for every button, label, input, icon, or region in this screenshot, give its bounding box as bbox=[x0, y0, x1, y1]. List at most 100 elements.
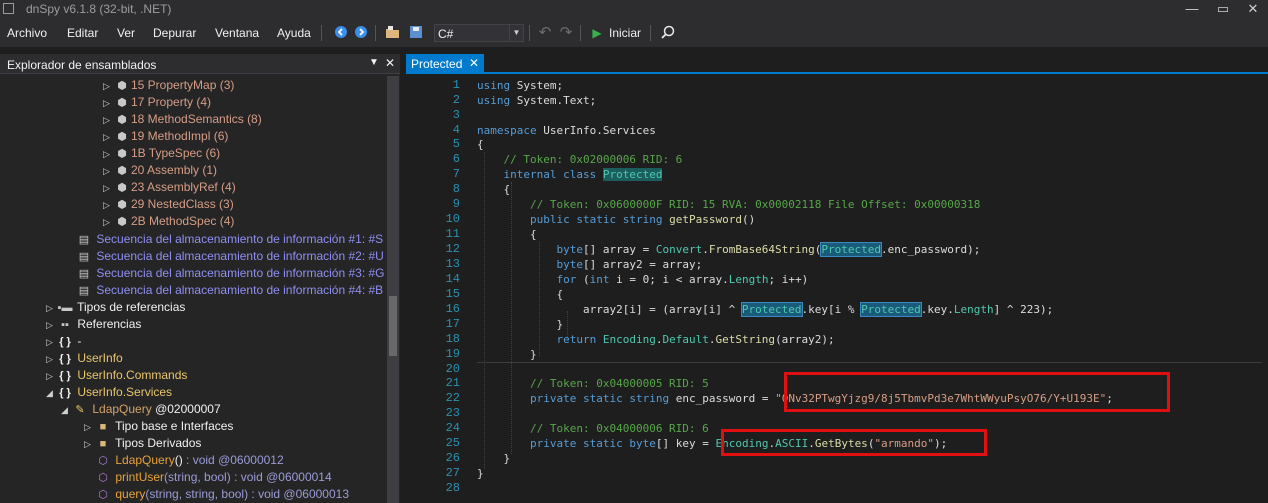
scrollbar-thumb[interactable] bbox=[389, 296, 397, 356]
expand-arrow-icon[interactable]: ▷ bbox=[46, 334, 56, 351]
close-window-button[interactable]: ✕ bbox=[1238, 0, 1268, 19]
tree-item-label: 29 NestedClass (3) bbox=[131, 197, 234, 211]
tree-item[interactable]: ▷ ⬢ 18 MethodSemantics (8) bbox=[103, 111, 262, 128]
line-number: 7 bbox=[452, 167, 460, 181]
tree-item[interactable]: ⬡ query(string, string, bool) : void @06… bbox=[94, 486, 349, 503]
tree-item[interactable]: ▷ ⬢ 29 NestedClass (3) bbox=[103, 196, 234, 213]
expand-arrow-icon[interactable]: ▷ bbox=[84, 419, 94, 436]
forward-icon[interactable] bbox=[353, 25, 369, 41]
tree-item[interactable]: ▷ ⬢ 17 Property (4) bbox=[103, 94, 211, 111]
line-number: 22 bbox=[445, 391, 460, 405]
tree-item[interactable]: ▷ ⬢ 20 Assembly (1) bbox=[103, 162, 217, 179]
search-icon[interactable] bbox=[660, 25, 676, 41]
expand-arrow-icon[interactable]: ▷ bbox=[103, 146, 113, 163]
explorer-scrollbar[interactable] bbox=[387, 76, 399, 503]
play-icon[interactable]: ▶ bbox=[589, 25, 605, 41]
tree-item[interactable]: ⬡ printUser(string, bool) : void @060000… bbox=[94, 469, 332, 486]
expand-arrow-icon[interactable]: ▷ bbox=[46, 368, 56, 385]
tree-item[interactable]: ◢{ } UserInfo.Services bbox=[46, 384, 172, 401]
token-label: @02000007 bbox=[155, 402, 221, 416]
class-icon: ✎ bbox=[75, 404, 85, 416]
method-token: : void @06000014 bbox=[230, 470, 332, 484]
document-icon: ▤ bbox=[78, 268, 90, 280]
line-number: 4 bbox=[452, 123, 460, 137]
expand-arrow-icon[interactable]: ▷ bbox=[103, 163, 113, 180]
tree-item-label: 23 AssemblyRef (4) bbox=[131, 180, 236, 194]
tree-item-label: UserInfo.Commands bbox=[77, 368, 188, 382]
close-pane-icon[interactable]: ✕ bbox=[385, 56, 395, 70]
tree-item[interactable]: ⬡ LdapQuery() : void @06000012 bbox=[94, 452, 283, 469]
expand-arrow-icon[interactable]: ▷ bbox=[84, 436, 94, 453]
tree-item[interactable]: ▷ ⬢ 15 PropertyMap (3) bbox=[103, 77, 234, 94]
collapse-arrow-icon[interactable]: ◢ bbox=[61, 402, 71, 419]
tree-item[interactable]: ▷ ▪▬ Tipos de referencias bbox=[46, 299, 185, 316]
undo-icon[interactable]: ↶ bbox=[537, 25, 553, 41]
open-folder-icon[interactable] bbox=[384, 25, 400, 41]
redo-icon[interactable]: ↷ bbox=[558, 25, 574, 41]
tree-item[interactable]: ▷ ⬢ 23 AssemblyRef (4) bbox=[103, 179, 236, 196]
line-number: 17 bbox=[445, 317, 460, 331]
tree-item[interactable]: ▷ ⬢ 19 MethodImpl (6) bbox=[103, 128, 228, 145]
expand-arrow-icon[interactable]: ▷ bbox=[103, 180, 113, 197]
code-line: public static string getPassword() bbox=[529, 213, 756, 226]
table-icon: ⬢ bbox=[117, 148, 127, 160]
chevron-down-icon[interactable]: ▼ bbox=[509, 25, 523, 41]
tree-item[interactable]: ▷{ } UserInfo.Commands bbox=[46, 367, 187, 384]
tree-item[interactable]: ▤ Secuencia del almacenamiento de inform… bbox=[75, 265, 385, 282]
menu-ver[interactable]: Ver bbox=[117, 26, 135, 40]
language-select[interactable]: C# ▼ bbox=[434, 24, 524, 42]
minimize-button[interactable]: — bbox=[1177, 0, 1207, 19]
app-icon bbox=[3, 3, 14, 14]
start-button[interactable]: Iniciar bbox=[609, 26, 641, 40]
save-all-icon[interactable] bbox=[408, 25, 424, 41]
menu-editar[interactable]: Editar bbox=[67, 26, 98, 40]
tree-item[interactable]: ▤ Secuencia del almacenamiento de inform… bbox=[75, 282, 383, 299]
expand-arrow-icon[interactable]: ▷ bbox=[46, 300, 56, 317]
expand-arrow-icon[interactable]: ▷ bbox=[103, 197, 113, 214]
expand-arrow-icon[interactable]: ▷ bbox=[103, 112, 113, 129]
tree-item[interactable]: ▷ ■ Tipos Derivados bbox=[84, 435, 201, 452]
table-icon: ⬢ bbox=[117, 182, 127, 194]
menu-bar: Archivo Editar Ver Depurar Ventana Ayuda… bbox=[0, 19, 1268, 47]
tree-item[interactable]: ▷ ▪▪ Referencias bbox=[46, 316, 141, 333]
menu-depurar[interactable]: Depurar bbox=[153, 26, 196, 40]
tree-item[interactable]: ▤ Secuencia del almacenamiento de inform… bbox=[75, 231, 383, 248]
expand-arrow-icon[interactable]: ▷ bbox=[103, 78, 113, 95]
tree-item-label: Tipo base e Interfaces bbox=[115, 419, 234, 433]
tree-item[interactable]: ▷ ⬢ 2B MethodSpec (4) bbox=[103, 213, 234, 230]
tree-item-label: 17 Property (4) bbox=[131, 95, 212, 109]
tree-item-label: 1B TypeSpec (6) bbox=[131, 146, 221, 160]
back-icon[interactable] bbox=[333, 25, 349, 41]
tree-item[interactable]: ◢ ✎ LdapQuery @02000007 bbox=[61, 401, 221, 418]
tree-item[interactable]: ▷{ } - bbox=[46, 333, 81, 350]
line-number: 15 bbox=[445, 287, 460, 301]
toolbar-separator bbox=[650, 25, 651, 41]
expand-arrow-icon[interactable]: ▷ bbox=[103, 95, 113, 112]
tree-item-label: UserInfo.Services bbox=[77, 385, 173, 399]
tree-item[interactable]: ▷ ■ Tipo base e Interfaces bbox=[84, 418, 233, 435]
tree-item[interactable]: ▷{ } UserInfo bbox=[46, 350, 123, 367]
tree-item-label: UserInfo bbox=[77, 351, 123, 365]
menu-ventana[interactable]: Ventana bbox=[215, 26, 259, 40]
close-icon[interactable]: ✕ bbox=[469, 56, 479, 70]
maximize-button[interactable]: ▭ bbox=[1208, 0, 1238, 19]
dropdown-icon[interactable]: ▼ bbox=[369, 57, 379, 68]
tree-item-label: - bbox=[77, 334, 82, 348]
tree-item[interactable]: ▤ Secuencia del almacenamiento de inform… bbox=[75, 248, 384, 265]
namespace-icon: { } bbox=[59, 353, 71, 365]
method-params: (string, string, bool) bbox=[145, 487, 249, 501]
table-icon: ⬢ bbox=[117, 97, 127, 109]
expand-arrow-icon[interactable]: ▷ bbox=[46, 351, 56, 368]
expand-arrow-icon[interactable]: ▷ bbox=[103, 214, 113, 231]
namespace-icon: { } bbox=[59, 370, 71, 382]
tree-item[interactable]: ▷ ⬢ 1B TypeSpec (6) bbox=[103, 145, 220, 162]
tab-protected[interactable]: Protected ✕ bbox=[406, 54, 484, 74]
collapse-arrow-icon[interactable]: ◢ bbox=[46, 385, 56, 402]
menu-ayuda[interactable]: Ayuda bbox=[277, 26, 311, 40]
expand-arrow-icon[interactable]: ▷ bbox=[46, 317, 56, 334]
title-bar: dnSpy v6.1.8 (32-bit, .NET) — ▭ ✕ bbox=[0, 0, 1268, 19]
menu-archivo[interactable]: Archivo bbox=[7, 26, 47, 40]
toolbar-separator bbox=[580, 25, 581, 41]
expand-arrow-icon[interactable]: ▷ bbox=[103, 129, 113, 146]
line-number: 1 bbox=[452, 78, 460, 92]
